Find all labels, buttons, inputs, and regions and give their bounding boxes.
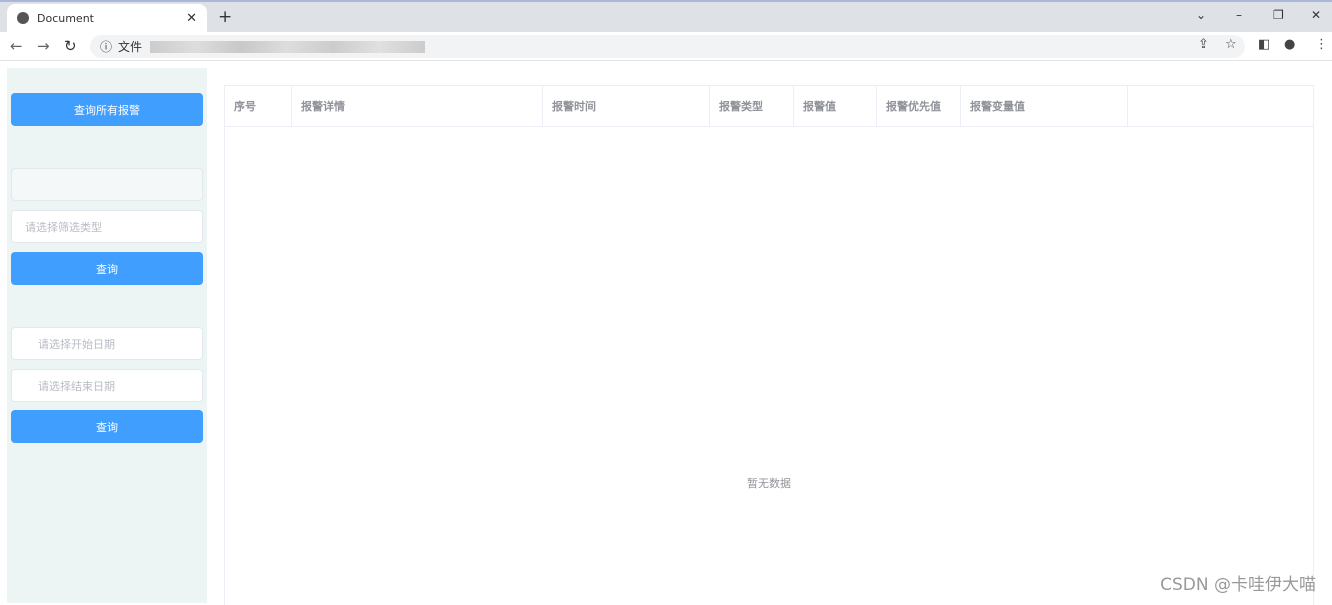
column-header[interactable]: 报警变量值 [961,86,1128,126]
forward-icon[interactable]: → [37,37,50,55]
alarm-table: 序号 报警详情 报警时间 报警类型 报警值 报警优先值 报警变量值 暂无数据 [224,85,1314,605]
query-all-alarms-button[interactable]: 查询所有报警 [11,93,203,126]
empty-text: 暂无数据 [747,477,791,490]
close-tab-icon[interactable]: ✕ [186,11,197,26]
column-header[interactable]: 报警优先值 [877,86,961,126]
column-header[interactable]: 序号 [225,86,292,126]
url-scheme-label: 文件 [118,40,143,54]
close-window-button[interactable]: ✕ [1311,8,1321,22]
query-date-button[interactable]: 查询 [11,410,203,443]
sidebar: 查询所有报警 请选择筛选类型 查询 请选择开始日期 请选择结束日期 查询 [7,68,207,603]
browser-tab[interactable]: Document ✕ [7,4,207,32]
minimize-button[interactable]: – [1236,8,1242,22]
globe-icon [17,12,29,24]
column-header[interactable]: 报警时间 [543,86,710,126]
side-panel-icon[interactable]: ◧ [1258,37,1270,52]
menu-icon[interactable]: ⋮ [1315,37,1328,52]
watermark: CSDN @卡哇伊大喵 [1160,575,1316,595]
new-tab-button[interactable]: + [218,7,232,27]
profile-icon[interactable]: ● [1284,37,1295,52]
url-input[interactable]: ⓘ 文件 [90,35,1245,58]
back-icon[interactable]: ← [10,37,23,55]
table-header: 序号 报警详情 报警时间 报警类型 报警值 报警优先值 报警变量值 [225,86,1313,127]
reload-icon[interactable]: ↻ [64,37,77,55]
tab-title: Document [37,11,94,25]
blurred-url [150,40,426,53]
filter-type-select[interactable]: 请选择筛选类型 [11,210,203,243]
tab-search-icon[interactable]: ⌄ [1196,8,1206,22]
end-date-picker[interactable]: 请选择结束日期 [11,369,203,402]
query-type-button[interactable]: 查询 [11,252,203,285]
blank-field[interactable] [11,168,203,201]
tab-bar: Document ✕ + ⌄ – ❐ ✕ [0,2,1332,32]
bookmark-star-icon[interactable]: ☆ [1225,37,1237,52]
restore-button[interactable]: ❐ [1273,8,1284,22]
info-icon: ⓘ [100,40,113,54]
start-date-picker[interactable]: 请选择开始日期 [11,327,203,360]
column-header[interactable]: 报警值 [794,86,877,126]
column-header[interactable]: 报警类型 [710,86,794,126]
address-bar: ← → ↻ ⓘ 文件 ⇪ ☆ ◧ ● ⋮ [0,32,1332,61]
share-icon[interactable]: ⇪ [1198,37,1209,52]
column-header[interactable]: 报警详情 [292,86,543,126]
